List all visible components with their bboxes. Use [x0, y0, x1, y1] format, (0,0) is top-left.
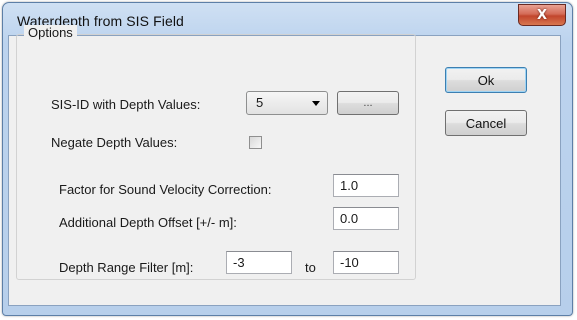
chevron-down-icon — [312, 101, 320, 106]
sis-id-label: SIS-ID with Depth Values: — [51, 97, 201, 112]
negate-depth-label: Negate Depth Values: — [51, 135, 178, 150]
depth-range-to-input[interactable]: -10 — [333, 251, 399, 274]
negate-depth-checkbox[interactable] — [249, 136, 262, 149]
close-icon: X — [536, 7, 548, 23]
options-group-label: Options — [24, 25, 77, 40]
sis-id-selected-value: 5 — [256, 95, 264, 110]
cancel-button[interactable]: Cancel — [445, 110, 527, 136]
depth-offset-input[interactable]: 0.0 — [333, 207, 399, 230]
range-to-label: to — [305, 260, 316, 275]
depth-range-label: Depth Range Filter [m]: — [59, 260, 194, 275]
factor-input[interactable]: 1.0 — [333, 174, 399, 197]
sis-id-select[interactable]: 5 — [246, 91, 328, 115]
ok-button[interactable]: Ok — [445, 67, 527, 93]
depth-offset-label: Additional Depth Offset [+/- m]: — [59, 215, 237, 230]
close-button[interactable]: X — [518, 4, 566, 26]
depth-range-from-input[interactable]: -3 — [226, 251, 292, 274]
browse-button[interactable]: ... — [337, 91, 399, 115]
options-groupbox — [16, 34, 416, 280]
factor-label: Factor for Sound Velocity Correction: — [59, 182, 272, 197]
